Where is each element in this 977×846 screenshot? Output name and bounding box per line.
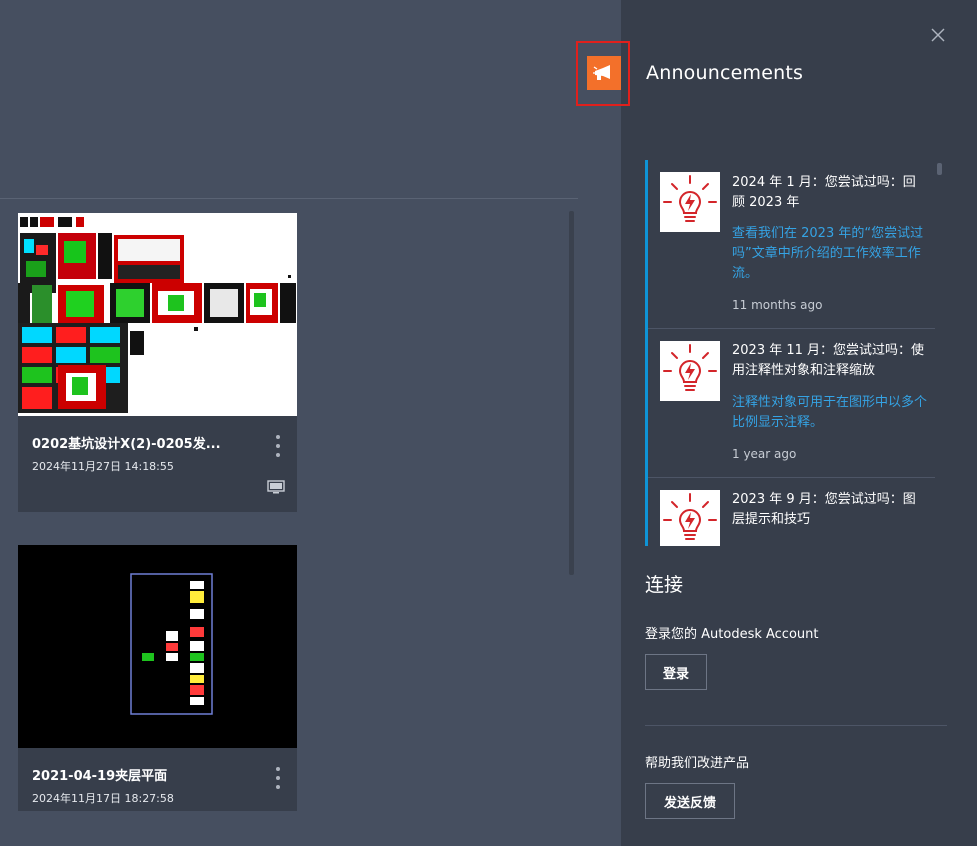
recent-files-scrollbar[interactable] bbox=[569, 211, 574, 575]
drawing-preview-image bbox=[18, 213, 297, 416]
announcement-heading[interactable]: 2023 年 11 月：您尝试过吗：使用注释性对象和注释缩放 bbox=[732, 341, 927, 381]
announcements-list: 2024 年 1 月：您尝试过吗：回顾 2023 年 查看我们在 2023 年的… bbox=[645, 160, 935, 546]
announcements-button[interactable] bbox=[576, 41, 630, 106]
lightbulb-icon bbox=[660, 172, 720, 232]
announcement-time: 11 months ago bbox=[732, 298, 823, 312]
megaphone-icon bbox=[587, 56, 621, 90]
more-vertical-icon[interactable] bbox=[273, 435, 283, 457]
file-card[interactable]: 2021-04-19夹层平面 2024年11月17日 18:27:58 bbox=[18, 545, 297, 811]
file-date: 2024年11月17日 18:27:58 bbox=[32, 792, 174, 805]
announcement-item[interactable]: 2024 年 1 月：您尝试过吗：回顾 2023 年 查看我们在 2023 年的… bbox=[648, 160, 935, 329]
signin-prompt: 登录您的 Autodesk Account bbox=[645, 627, 819, 642]
send-feedback-button[interactable]: 发送反馈 bbox=[645, 783, 735, 819]
announcement-item[interactable]: 2023 年 9 月：您尝试过吗：图层提示和技巧 bbox=[648, 478, 935, 546]
drawing-preview-image bbox=[18, 545, 297, 748]
recent-files-area: 0202基坑设计X(2)-0205发... 2024年11月27日 14:18:… bbox=[0, 0, 621, 846]
file-date: 2024年11月27日 14:18:55 bbox=[32, 460, 174, 473]
announcement-link[interactable]: 注释性对象可用于在图形中以多个比例显示注释。 bbox=[732, 393, 927, 433]
connect-title: 连接 bbox=[645, 574, 684, 596]
panel-title: Announcements bbox=[646, 62, 804, 84]
lightbulb-icon bbox=[660, 341, 720, 401]
file-thumbnail[interactable] bbox=[18, 213, 297, 416]
announcement-time: 1 year ago bbox=[732, 447, 797, 461]
top-divider bbox=[0, 198, 578, 199]
file-name[interactable]: 0202基坑设计X(2)-0205发... bbox=[32, 433, 221, 452]
file-card[interactable]: 0202基坑设计X(2)-0205发... 2024年11月27日 14:18:… bbox=[18, 213, 297, 512]
file-thumbnail[interactable] bbox=[18, 545, 297, 748]
announcement-heading[interactable]: 2023 年 9 月：您尝试过吗：图层提示和技巧 bbox=[732, 490, 927, 530]
close-icon[interactable] bbox=[930, 27, 946, 43]
announcement-link[interactable]: 查看我们在 2023 年的“您尝试过吗”文章中所介绍的工作效率工作流。 bbox=[732, 224, 927, 284]
lightbulb-icon bbox=[660, 490, 720, 546]
monitor-icon bbox=[267, 480, 285, 494]
feedback-prompt: 帮助我们改进产品 bbox=[645, 756, 750, 771]
panel-divider bbox=[645, 725, 947, 726]
file-name[interactable]: 2021-04-19夹层平面 bbox=[32, 765, 167, 784]
announcement-item[interactable]: 2023 年 11 月：您尝试过吗：使用注释性对象和注释缩放 注释性对象可用于在… bbox=[648, 329, 935, 478]
announcements-scrollbar[interactable] bbox=[937, 163, 942, 175]
announcement-heading[interactable]: 2024 年 1 月：您尝试过吗：回顾 2023 年 bbox=[732, 173, 927, 213]
more-vertical-icon[interactable] bbox=[273, 767, 283, 789]
signin-button[interactable]: 登录 bbox=[645, 654, 707, 690]
